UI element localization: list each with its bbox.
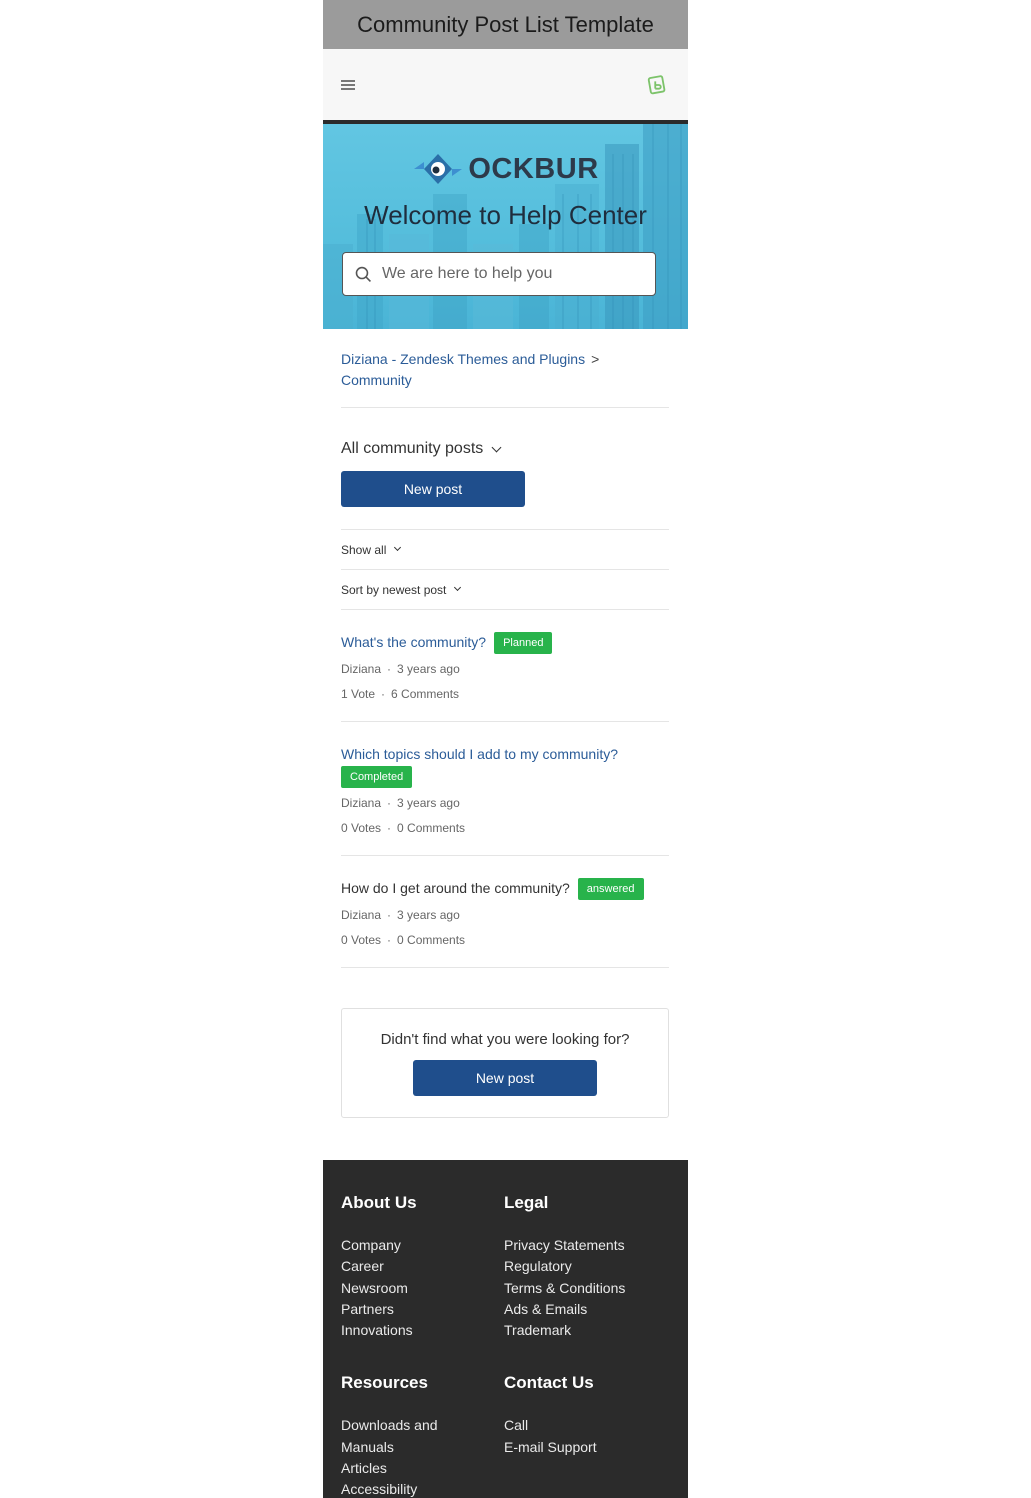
brand-logo-mark-icon	[414, 154, 463, 184]
post-votes: 1 Vote	[341, 687, 376, 701]
footer-link[interactable]: Accessibility	[341, 1479, 504, 1498]
post-votes: 0 Votes	[341, 933, 382, 947]
post-title-link[interactable]: Which topics should I add to my communit…	[341, 746, 618, 762]
brand-logo-text: OCKBUR	[468, 152, 599, 185]
footer-section-contact: Contact Us Call E-mail Support	[504, 1341, 664, 1498]
brand-logo: OCKBUR	[323, 152, 688, 186]
hero-banner: OCKBUR Welcome to Help Center	[323, 124, 688, 329]
post-time: 3 years ago	[397, 796, 460, 810]
new-post-button[interactable]: New post	[341, 471, 525, 507]
post-item: What's the community? Planned Diziana · 3 y…	[341, 610, 669, 722]
post-comments: 0 Comments	[397, 821, 466, 835]
breadcrumb: Diziana - Zendesk Themes and Plugins > Co…	[341, 329, 669, 408]
post-title-link[interactable]: What's the community?	[341, 634, 486, 650]
post-stats: 0 Votes · 0 Comments	[341, 933, 466, 947]
phone-screen: Community Post List Template OCKBUR Welc…	[323, 0, 688, 1498]
hero-title: Welcome to Help Center	[364, 200, 647, 230]
footer-link[interactable]: Partners	[341, 1299, 504, 1320]
post-time: 3 years ago	[397, 908, 460, 922]
show-filter-dropdown[interactable]: Show all	[341, 529, 669, 569]
template-title-bar: Community Post List Template	[323, 0, 688, 49]
footer-link[interactable]: Regulatory	[504, 1256, 664, 1277]
search-input[interactable]	[379, 264, 643, 284]
post-votes: 0 Votes	[341, 821, 382, 835]
show-filter-label: Show all	[341, 542, 387, 557]
top-navigation	[323, 49, 688, 124]
footer-link[interactable]: Manuals	[341, 1437, 504, 1458]
breadcrumb-item-community[interactable]: Community	[341, 372, 412, 388]
post-author: Diziana	[341, 796, 382, 810]
post-comments: 6 Comments	[391, 687, 460, 701]
help-callout: Didn't find what you were looking for? N…	[341, 1008, 669, 1118]
breadcrumb-separator: >	[591, 351, 600, 367]
footer-link[interactable]: Articles	[341, 1458, 504, 1479]
sort-filter-dropdown[interactable]: Sort by newest post	[341, 569, 669, 609]
footer-link[interactable]: Privacy Statements	[504, 1235, 664, 1256]
template-title: Community Post List Template	[357, 11, 654, 37]
post-time: 3 years ago	[397, 662, 460, 676]
chevron-down-icon	[491, 442, 502, 452]
breadcrumb-item-home[interactable]: Diziana - Zendesk Themes and Plugins	[341, 351, 585, 367]
footer-heading-contact: Contact Us	[504, 1373, 594, 1393]
footer-link[interactable]: Ads & Emails	[504, 1299, 664, 1320]
help-callout-question: Didn't find what you were looking for?	[380, 1030, 630, 1048]
footer-link[interactable]: Company	[341, 1235, 504, 1256]
chevron-down-icon	[394, 543, 402, 552]
footer-link[interactable]: Terms & Conditions	[504, 1278, 664, 1299]
footer-link[interactable]: Trademark	[504, 1320, 664, 1341]
post-list: What's the community? Planned Diziana · 3 y…	[341, 609, 669, 968]
main-content: Diziana - Zendesk Themes and Plugins > Co…	[323, 329, 688, 1118]
footer-link[interactable]: Call	[504, 1415, 664, 1436]
status-badge: Planned	[494, 631, 553, 654]
footer: About Us Company Career Newsroom Partner…	[323, 1160, 688, 1498]
footer-link[interactable]: Innovations	[341, 1320, 504, 1341]
footer-link[interactable]: E-mail Support	[504, 1437, 664, 1458]
status-badge: Completed	[341, 766, 413, 788]
footer-link[interactable]: Newsroom	[341, 1278, 504, 1299]
new-post-button-bottom[interactable]: New post	[413, 1059, 597, 1096]
footer-section-about: About Us Company Career Newsroom Partner…	[341, 1160, 504, 1341]
post-title-link[interactable]: How do I get around the community?	[341, 880, 570, 896]
post-author: Diziana	[341, 908, 382, 922]
chevron-down-icon	[454, 583, 462, 592]
post-meta: Diziana · 3 years ago	[341, 908, 460, 922]
footer-section-legal: Legal Privacy Statements Regulatory Term…	[504, 1160, 664, 1341]
post-stats: 1 Vote · 6 Comments	[341, 687, 460, 701]
footer-section-resources: Resources Downloads and Manuals Articles…	[341, 1341, 504, 1498]
footer-link[interactable]: Downloads and	[341, 1415, 504, 1436]
post-meta: Diziana · 3 years ago	[341, 796, 460, 810]
topic-filter-dropdown[interactable]: All community posts	[341, 440, 669, 458]
post-author: Diziana	[341, 662, 382, 676]
topic-filter-label: All community posts	[341, 440, 484, 457]
post-stats: 0 Votes · 0 Comments	[341, 821, 466, 835]
post-meta: Diziana · 3 years ago	[341, 662, 460, 676]
post-item: How do I get around the community? answer…	[341, 856, 669, 968]
search-icon	[355, 266, 372, 282]
footer-heading-about: About Us	[341, 1193, 417, 1212]
post-comments: 0 Comments	[397, 933, 466, 947]
footer-link[interactable]: Career	[341, 1256, 504, 1277]
footer-heading-resources: Resources	[341, 1373, 428, 1393]
brand-app-icon[interactable]	[647, 74, 669, 96]
search-box[interactable]	[342, 252, 656, 296]
status-badge: answered	[577, 877, 644, 900]
hamburger-menu-icon[interactable]	[341, 79, 355, 90]
footer-heading-legal: Legal	[504, 1193, 549, 1212]
post-item: Which topics should I add to my communit…	[341, 722, 669, 856]
sort-filter-label: Sort by newest post	[341, 582, 447, 597]
